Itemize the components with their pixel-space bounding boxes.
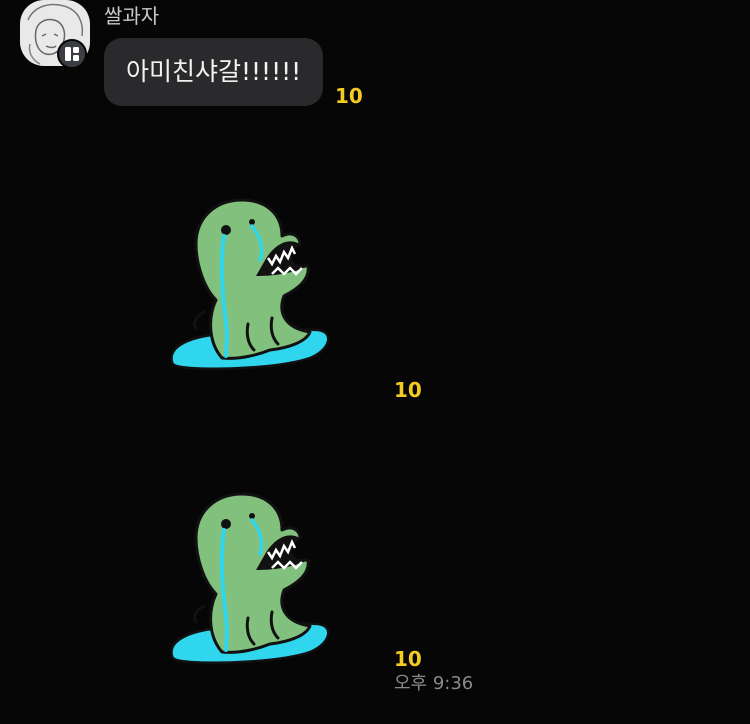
message-timestamp: 오후 9:36 xyxy=(394,673,474,694)
unread-count: 10 xyxy=(394,647,422,671)
sender-name: 쌀과자 xyxy=(104,4,160,28)
unread-count: 10 xyxy=(335,84,363,108)
profile-badge-icon xyxy=(57,39,87,69)
crying-dinosaur-sticker[interactable] xyxy=(160,486,340,670)
unread-count: 10 xyxy=(394,378,422,402)
message-bubble[interactable]: 아미친샤갈!!!!!! xyxy=(104,38,324,106)
crying-dinosaur-sticker[interactable] xyxy=(160,192,340,376)
